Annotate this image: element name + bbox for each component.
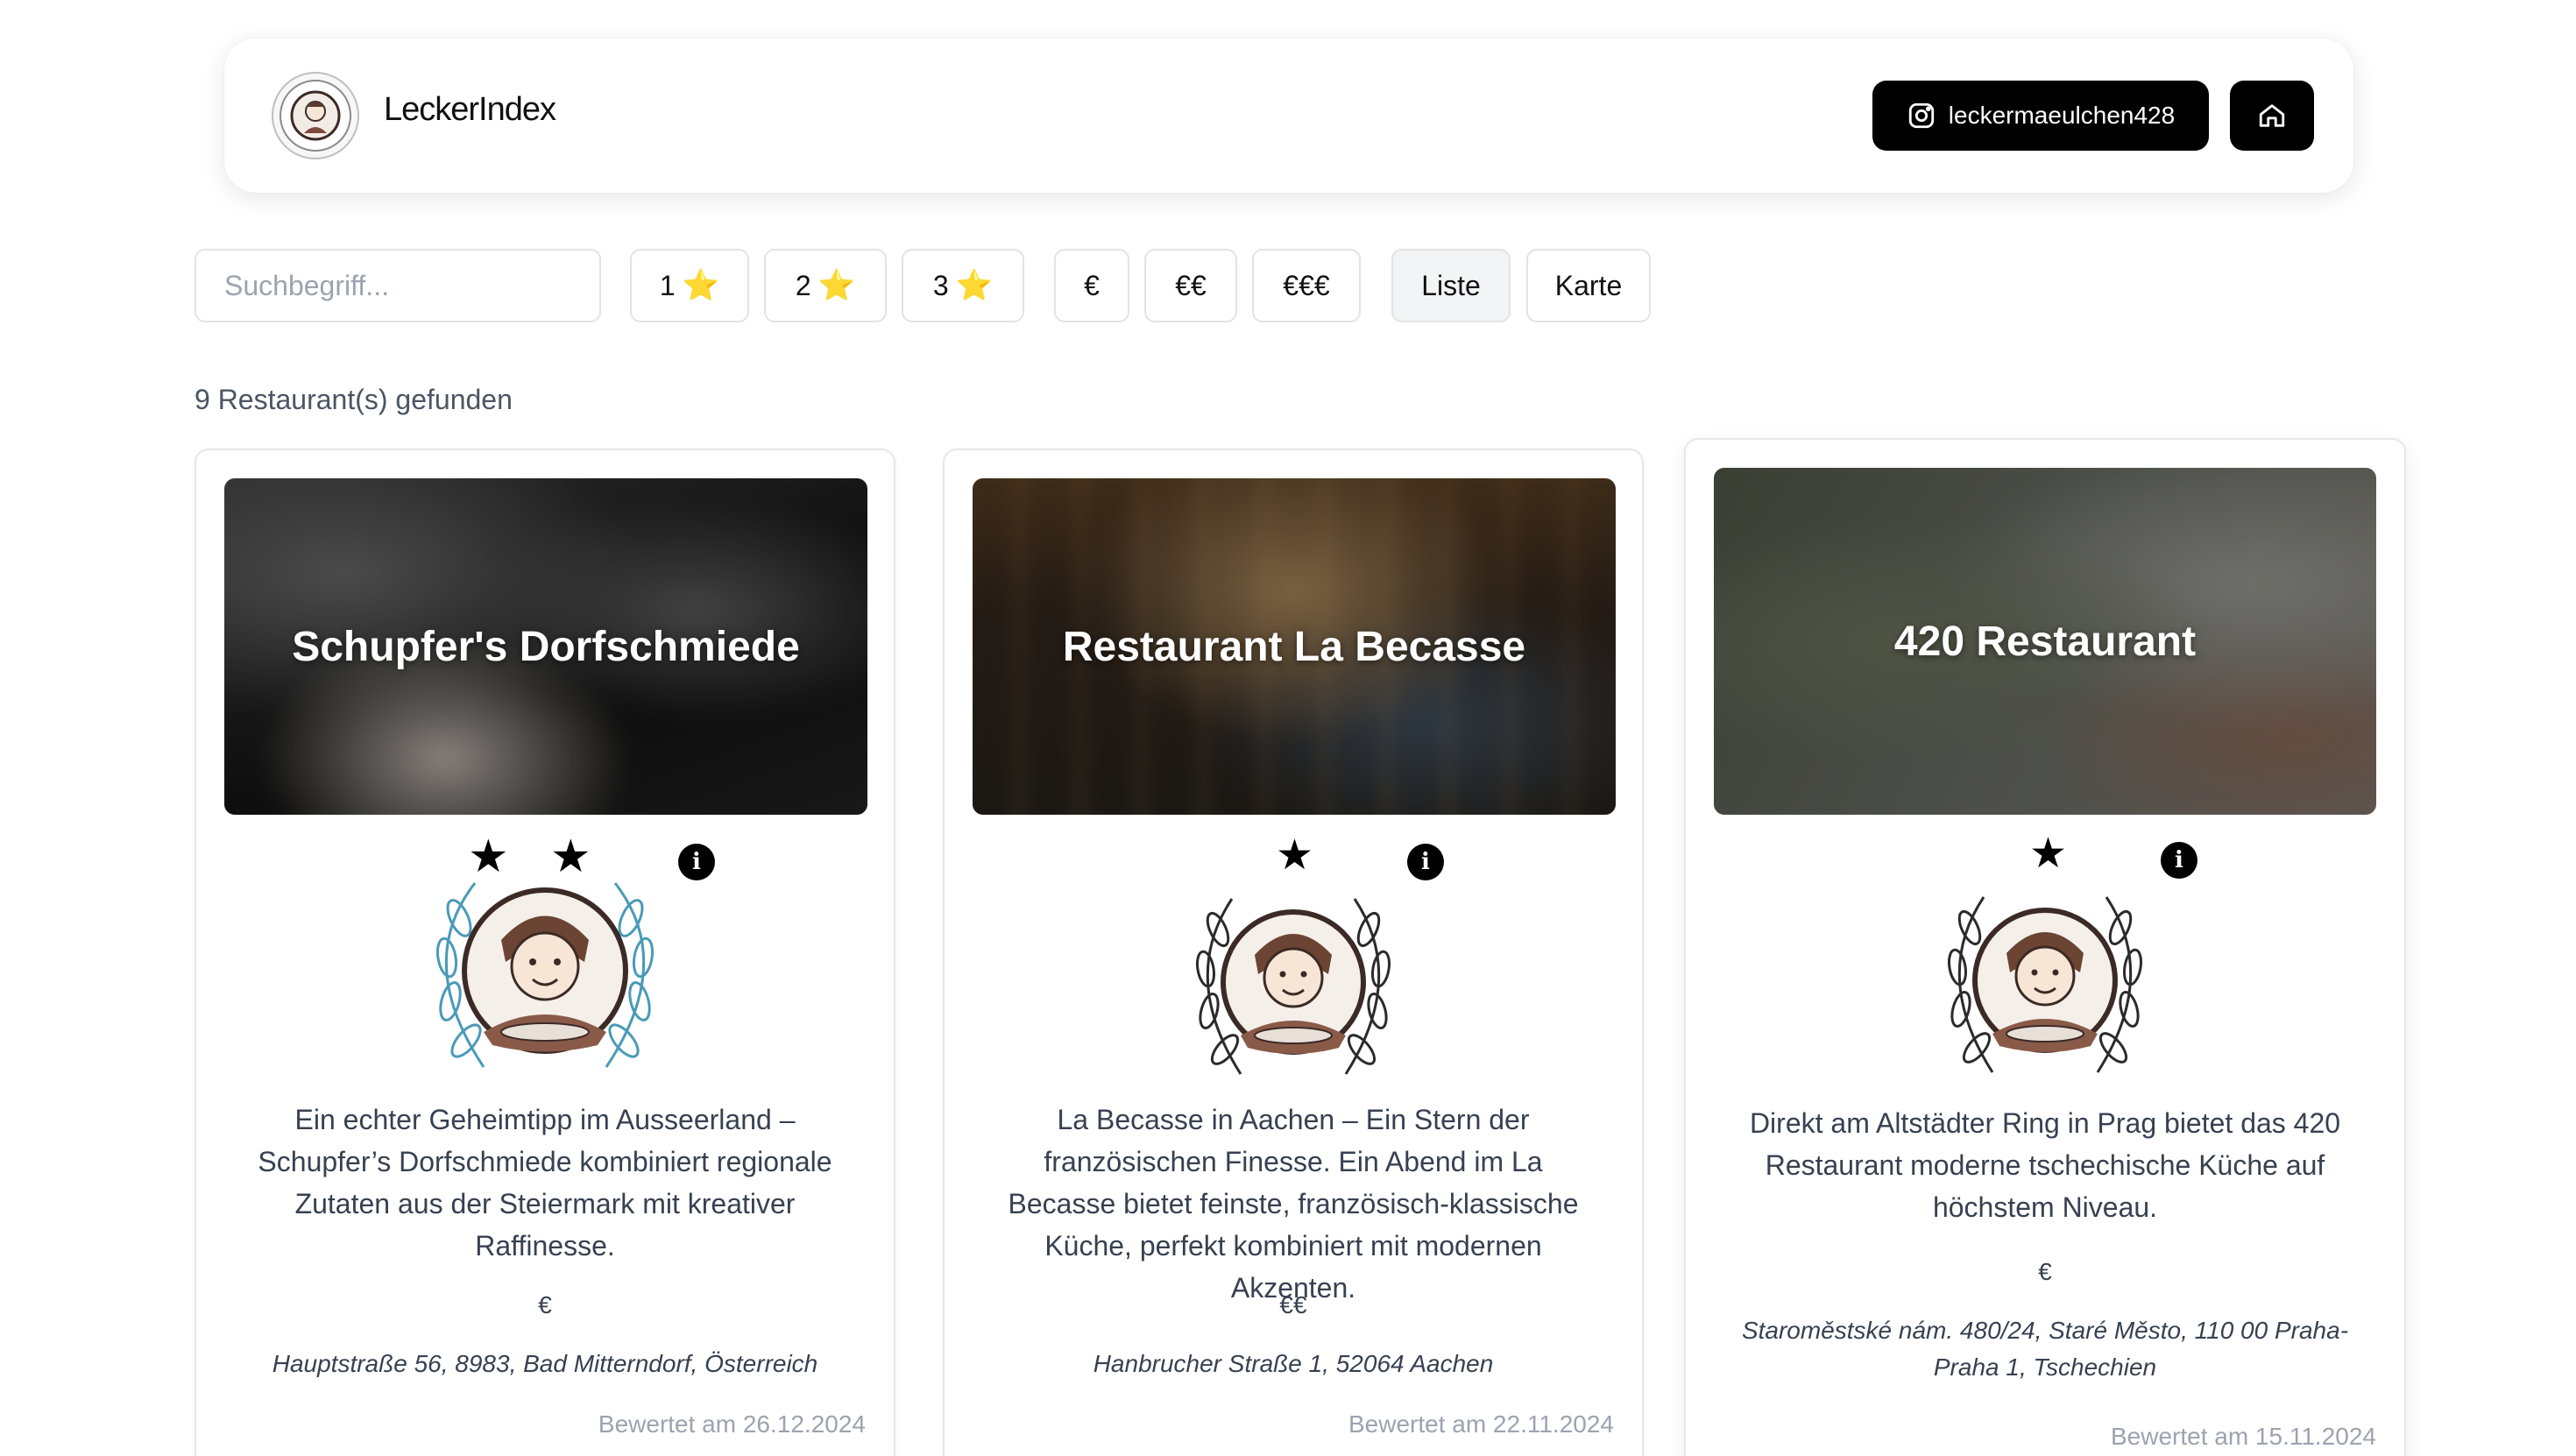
view-list-button[interactable]: Liste (1391, 249, 1511, 322)
view-map-button[interactable]: Karte (1526, 249, 1651, 322)
rated-date: Bewertet am 15.11.2024 (2110, 1423, 2376, 1450)
search-input[interactable] (195, 249, 601, 322)
filter-1-star-button[interactable]: 1 ⭐ (630, 249, 749, 322)
restaurant-card[interactable]: Schupfer's Dorfschmiede ★ ★ i Ein echter… (195, 449, 895, 1456)
chef-emblem (196, 857, 894, 1076)
instagram-icon (1908, 102, 1934, 129)
star-emoji-icon: ⭐ (955, 269, 994, 302)
restaurant-image: Restaurant La Becasse (973, 478, 1616, 815)
info-icon[interactable]: i (2161, 842, 2197, 879)
filter-star-count: 1 (659, 269, 676, 301)
restaurant-description: Ein echter Geheimtipp im Ausseerland – S… (258, 1104, 832, 1262)
instagram-button[interactable]: leckermaeulchen428 (1872, 81, 2209, 151)
restaurant-name: Restaurant La Becasse (1062, 623, 1526, 670)
michelin-star-icon: ★ (2029, 830, 2068, 877)
filter-star-count: 2 (795, 269, 811, 301)
restaurant-address: Staroměstské nám. 480/24, Staré Město, 1… (1741, 1317, 2349, 1381)
restaurant-description: Direkt am Altstädter Ring in Prag bietet… (1749, 1107, 2341, 1223)
restaurant-name: 420 Restaurant (1893, 618, 2197, 665)
info-icon[interactable]: i (1407, 844, 1444, 880)
restaurant-price: €€ (1279, 1291, 1307, 1318)
home-icon (2259, 104, 2285, 127)
result-count: 9 Restaurant(s) gefunden (195, 384, 513, 415)
filter-3-star-button[interactable]: 3 ⭐ (902, 249, 1024, 322)
rated-date: Bewertet am 26.12.2024 (598, 1410, 866, 1438)
restaurant-image: Schupfer's Dorfschmiede (224, 478, 867, 815)
instagram-label: leckermaeulchen428 (1948, 102, 2176, 129)
star-emoji-icon: ⭐ (817, 269, 856, 302)
restaurant-address: Hauptstraße 56, 8983, Bad Mitterndorf, Ö… (272, 1350, 818, 1377)
restaurant-card[interactable]: 420 Restaurant ★ i Direkt am Altstädter … (1684, 438, 2406, 1456)
brand-logo[interactable] (272, 72, 359, 159)
michelin-star-icon: ★ (1276, 832, 1314, 879)
restaurant-image: 420 Restaurant (1714, 468, 2376, 815)
restaurant-card[interactable]: Restaurant La Becasse ★ i La Becasse in … (943, 449, 1644, 1456)
filter-2-star-button[interactable]: 2 ⭐ (764, 249, 887, 322)
restaurant-price: € (2038, 1258, 2052, 1285)
brand-title[interactable]: LeckerIndex (384, 91, 556, 129)
filter-price-3-button[interactable]: €€€ (1252, 249, 1361, 322)
restaurant-price: € (538, 1291, 552, 1318)
star-emoji-icon: ⭐ (682, 269, 720, 302)
filter-price-2-button[interactable]: €€ (1144, 249, 1237, 322)
rated-date: Bewertet am 22.11.2024 (1348, 1410, 1614, 1438)
site-header: LeckerIndex leckermaeulchen428 (224, 39, 2353, 193)
filter-price-1-button[interactable]: € (1054, 249, 1129, 322)
chef-emblem (1686, 880, 2404, 1081)
home-button[interactable] (2230, 81, 2314, 151)
restaurant-description: La Becasse in Aachen – Ein Stern der fra… (1008, 1104, 1579, 1304)
restaurant-name: Schupfer's Dorfschmiede (292, 623, 800, 670)
restaurant-address: Hanbrucher Straße 1, 52064 Aachen (1093, 1350, 1494, 1377)
filter-star-count: 3 (932, 269, 949, 301)
chef-emblem (945, 881, 1642, 1083)
